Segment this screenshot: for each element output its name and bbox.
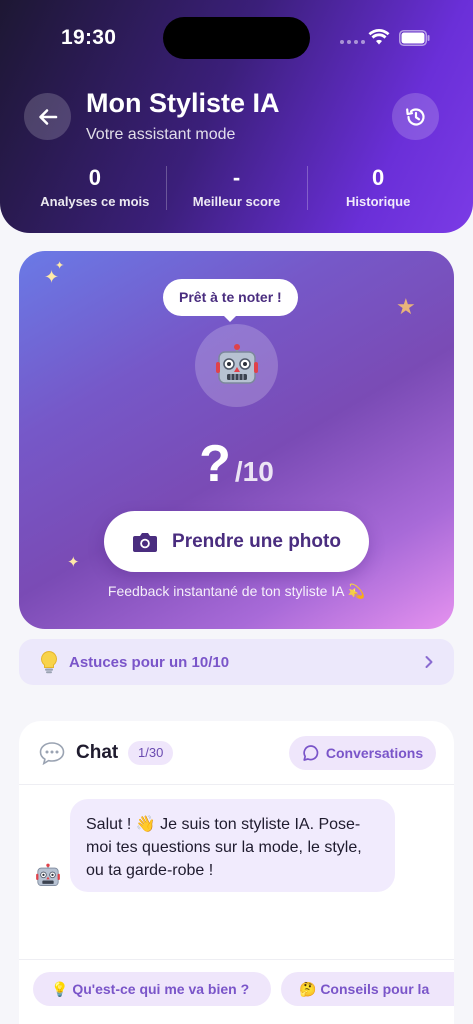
sparkle-icon: ✦ (55, 260, 65, 272)
stats-row: 0 Analyses ce mois - Meilleur score 0 Hi… (24, 164, 449, 214)
score-card: ✦ ✦ ★ ✦ Prêt à te noter ! ?/10 Prendre u… (19, 251, 454, 629)
speech-bubble: Prêt à te noter ! (163, 279, 298, 322)
star-icon: ★ (396, 294, 416, 319)
chat-title: Chat (76, 742, 119, 763)
bot-avatar (35, 863, 61, 894)
history-icon (405, 107, 425, 126)
robot-avatar (195, 324, 278, 407)
robot-icon (36, 863, 60, 887)
chat-panel: Chat 1/30 Conversations Salut ! 👋 Je sui… (19, 721, 454, 1024)
suggestion-chip[interactable]: 🤔 Conseils pour la (281, 972, 454, 1006)
chat-count-badge: 1/30 (128, 741, 174, 765)
stat-value: 0 (88, 165, 101, 190)
stat-label: Meilleur score (192, 194, 281, 209)
stat-value: 0 (372, 165, 385, 190)
stat-history[interactable]: 0 Historique (307, 164, 449, 214)
page-subtitle: Votre assistant mode (86, 126, 236, 143)
tips-label: Astuces pour un 10/10 (69, 653, 230, 671)
sparkle-icon: ✦ (67, 554, 80, 571)
stat-value: - (232, 165, 241, 190)
bot-message: Salut ! 👋 Je suis ton styliste IA. Pose-… (70, 799, 395, 892)
score-display: ?/10 (19, 434, 454, 494)
suggestion-chip[interactable]: 💡 Qu'est-ce qui me va bien ? (33, 972, 271, 1006)
cellular-signal-icon (340, 40, 365, 44)
wifi-icon (368, 29, 390, 45)
header: 19:30 Mon Styliste IA Votre assistant mo… (0, 0, 473, 233)
suggestion-chips: 💡 Qu'est-ce qui me va bien ? 🤔 Conseils … (19, 959, 454, 1006)
stat-label: Historique (346, 194, 411, 209)
conversations-label: Conversations (325, 745, 424, 761)
chat-header: Chat 1/30 Conversations (19, 721, 454, 785)
lightbulb-icon (41, 650, 57, 674)
page-title: Mon Styliste IA (86, 88, 280, 118)
arrow-left-icon (38, 108, 57, 125)
conversations-button[interactable]: Conversations (289, 736, 436, 770)
take-photo-label: Prendre une photo (172, 530, 341, 552)
tips-bar[interactable]: Astuces pour un 10/10 (19, 639, 454, 685)
score-value: ? (199, 435, 231, 493)
dynamic-island (163, 17, 310, 59)
stat-label: Analyses ce mois (40, 194, 150, 209)
back-button[interactable] (24, 93, 71, 140)
stat-analyses: 0 Analyses ce mois (24, 164, 166, 214)
status-time: 19:30 (61, 26, 117, 49)
score-max: /10 (234, 456, 274, 487)
stat-best-score: - Meilleur score (165, 164, 308, 214)
history-button[interactable] (392, 93, 439, 140)
take-photo-button[interactable]: Prendre une photo (104, 511, 369, 572)
battery-icon (399, 30, 430, 46)
chat-bubble-icon (303, 745, 319, 761)
speech-balloon-icon (39, 742, 65, 765)
robot-icon (215, 343, 258, 384)
chevron-right-icon (425, 656, 433, 668)
camera-icon (133, 532, 158, 552)
hero-footnote: Feedback instantané de ton styliste IA 💫 (107, 583, 366, 599)
